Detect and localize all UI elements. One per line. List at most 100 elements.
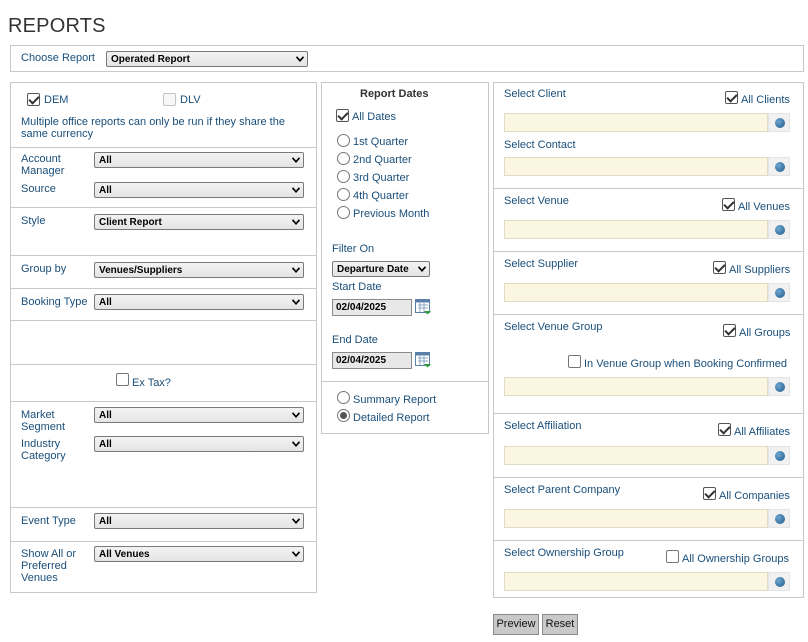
end-date-input[interactable]: 02/04/2025 [332, 352, 412, 369]
chevron-down-icon [292, 187, 300, 193]
all-clients-checkbox[interactable] [725, 91, 738, 104]
chevron-down-icon [418, 266, 426, 272]
contact-lookup-button[interactable] [768, 157, 790, 176]
detailed-report-radio[interactable] [337, 409, 350, 422]
select-supplier-label: Select Supplier [504, 258, 578, 270]
office-dlv-checkbox[interactable] [163, 93, 176, 106]
client-lookup-button[interactable] [768, 113, 790, 132]
chevron-down-icon [292, 299, 300, 305]
venue-lookup-button[interactable] [768, 220, 790, 239]
quarter-1-radio[interactable] [337, 134, 350, 147]
preview-button[interactable]: Preview [493, 614, 539, 635]
chevron-down-icon [296, 56, 304, 62]
globe-icon [775, 118, 785, 128]
summary-report-radio[interactable] [337, 391, 350, 404]
separator [10, 288, 317, 289]
venue-group-lookup-button[interactable] [768, 377, 790, 396]
event-type-label: Event Type [21, 515, 76, 527]
select-parent-company-label: Select Parent Company [504, 484, 621, 496]
separator [493, 540, 804, 541]
show-venues-select[interactable]: All Venues [94, 546, 304, 562]
quarter-1-label: 1st Quarter [353, 136, 409, 148]
event-type-select[interactable]: All [94, 513, 304, 529]
select-contact-label: Select Contact [504, 139, 576, 151]
separator [10, 320, 317, 321]
separator [493, 477, 804, 478]
parent-company-field[interactable] [504, 509, 768, 528]
supplier-lookup-button[interactable] [768, 283, 790, 302]
account-manager-select[interactable]: All [94, 152, 304, 168]
industry-category-value: All [99, 439, 112, 450]
venue-field[interactable] [504, 220, 768, 239]
separator [321, 381, 489, 382]
quarter-3-label: 3rd Quarter [353, 172, 410, 184]
chevron-down-icon [292, 267, 300, 273]
select-client-label: Select Client [504, 88, 566, 100]
start-date-label: Start Date [332, 281, 382, 293]
all-dates-checkbox[interactable] [336, 109, 349, 122]
ownership-group-field[interactable] [504, 572, 768, 591]
chevron-down-icon [292, 157, 300, 163]
report-dates-heading: Report Dates [360, 88, 429, 100]
previous-month-label: Previous Month [353, 208, 430, 220]
select-affiliation-label: Select Affiliation [504, 420, 582, 432]
all-venues-checkbox[interactable] [722, 198, 735, 211]
globe-icon [775, 577, 785, 587]
parent-company-lookup-button[interactable] [768, 509, 790, 528]
all-suppliers-label: All Suppliers [729, 264, 791, 276]
previous-month-radio[interactable] [337, 206, 350, 219]
group-by-select[interactable]: Venues/Suppliers [94, 262, 304, 278]
market-segment-select[interactable]: All [94, 407, 304, 423]
quarter-4-radio[interactable] [337, 188, 350, 201]
supplier-field[interactable] [504, 283, 768, 302]
booking-type-value: All [99, 297, 112, 308]
globe-icon [775, 225, 785, 235]
calendar-icon[interactable] [415, 299, 432, 315]
industry-category-select[interactable]: All [94, 436, 304, 452]
select-ownership-group-label: Select Ownership Group [504, 547, 624, 559]
ex-tax-checkbox[interactable] [116, 373, 129, 386]
office-currency-note: Multiple office reports can only be run … [21, 116, 285, 140]
globe-icon [775, 382, 785, 392]
reset-button[interactable]: Reset [542, 614, 578, 635]
all-companies-checkbox[interactable] [703, 487, 716, 500]
all-clients-label: All Clients [741, 94, 790, 106]
choose-report-label: Choose Report [21, 52, 95, 64]
start-date-input[interactable]: 02/04/2025 [332, 299, 412, 316]
style-value: Client Report [99, 217, 162, 228]
office-dem-checkbox[interactable] [27, 93, 40, 106]
quarter-3-radio[interactable] [337, 170, 350, 183]
contact-field[interactable] [504, 157, 768, 176]
select-venue-label: Select Venue [504, 195, 569, 207]
client-field[interactable] [504, 113, 768, 132]
in-venue-group-label: In Venue Group when Booking Confirmed [584, 358, 788, 370]
all-ownership-groups-checkbox[interactable] [666, 550, 679, 563]
globe-icon [775, 451, 785, 461]
filter-on-select[interactable]: Departure Date [332, 261, 430, 277]
all-affiliates-label: All Affiliates [734, 426, 791, 438]
style-select[interactable]: Client Report [94, 214, 304, 230]
source-value: All [99, 185, 112, 196]
all-suppliers-checkbox[interactable] [713, 261, 726, 274]
source-select[interactable]: All [94, 182, 304, 198]
ex-tax-label: Ex Tax? [132, 377, 171, 389]
booking-type-select[interactable]: All [94, 294, 304, 310]
affiliation-lookup-button[interactable] [768, 446, 790, 465]
ownership-group-lookup-button[interactable] [768, 572, 790, 591]
chevron-down-icon [292, 219, 300, 225]
choose-report-select[interactable]: Operated Report [106, 51, 308, 67]
venue-group-field[interactable] [504, 377, 768, 396]
separator [10, 401, 317, 402]
calendar-icon[interactable] [415, 352, 432, 368]
source-label: Source [21, 183, 56, 195]
end-date-label: End Date [332, 334, 378, 346]
separator [493, 413, 804, 414]
globe-icon [775, 288, 785, 298]
detailed-report-label: Detailed Report [353, 412, 430, 424]
affiliation-field[interactable] [504, 446, 768, 465]
separator [493, 314, 804, 315]
quarter-2-radio[interactable] [337, 152, 350, 165]
all-groups-checkbox[interactable] [723, 324, 736, 337]
in-venue-group-checkbox[interactable] [568, 355, 581, 368]
all-affiliates-checkbox[interactable] [718, 423, 731, 436]
